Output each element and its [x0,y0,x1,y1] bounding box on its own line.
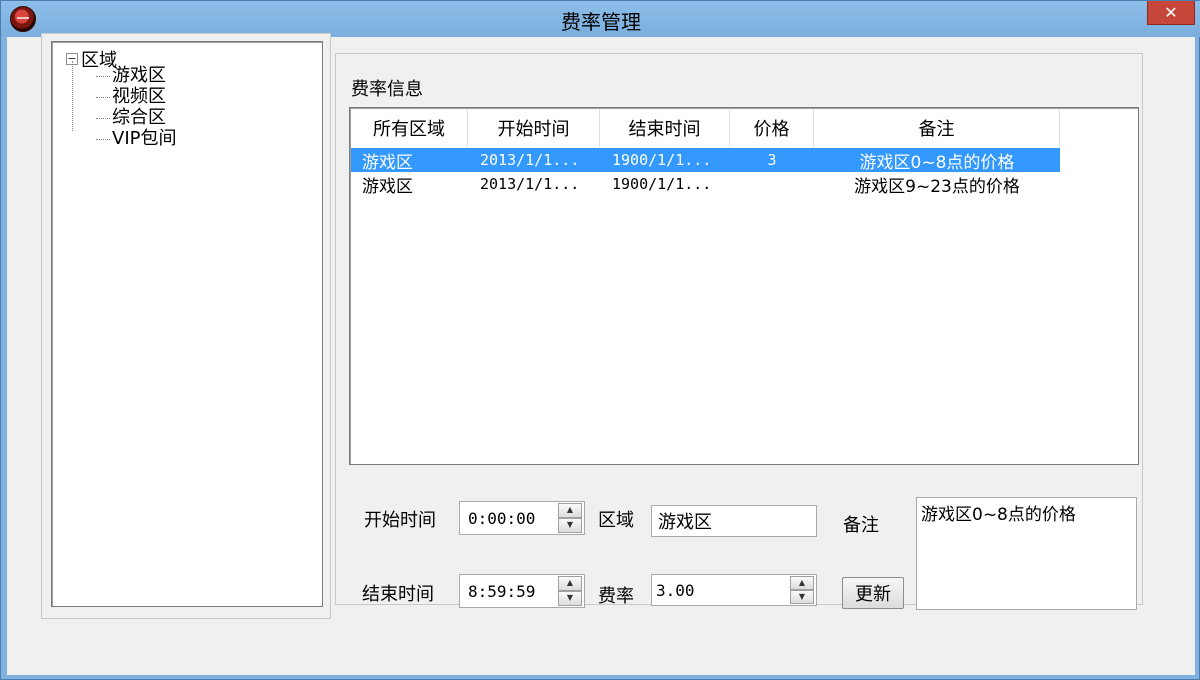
cell-price: 3 [767,151,777,169]
tree-item-label: 综合区 [112,107,166,128]
end-time-value[interactable]: 8:59:59 [460,582,558,601]
cell-end: 1900/1/1... [612,151,712,169]
column-header-end[interactable]: 结束时间 [600,109,730,147]
table-row[interactable]: 游戏区 2013/1/1... 1900/1/1... 3 游戏区0~8点的价格 [351,148,1060,173]
tree-branch-line [96,97,110,98]
end-time-label: 结束时间 [362,584,434,605]
rate-list[interactable]: 所有区域 开始时间 结束时间 价格 备注 游戏区 2013/1/1... 190… [349,107,1139,465]
tree-item-vip[interactable]: VIP包间 [96,128,177,149]
cell-end: 1900/1/1... [612,175,712,193]
column-header-area[interactable]: 所有区域 [351,109,468,147]
window-title: 费率管理 [561,10,641,34]
column-header-start[interactable]: 开始时间 [468,109,600,147]
list-header: 所有区域 开始时间 结束时间 价格 备注 [351,109,1060,147]
note-label: 备注 [843,515,879,536]
tree-branch-line [96,76,110,77]
start-time-spinner[interactable]: 0:00:00 ▲ ▼ [459,501,585,535]
end-time-spinner[interactable]: 8:59:59 ▲ ▼ [459,574,585,608]
table-row[interactable]: 游戏区 2013/1/1... 1900/1/1... 游戏区9~23点的价格 [351,172,1060,197]
spin-up-icon[interactable]: ▲ [558,503,582,518]
cell-note: 游戏区9~23点的价格 [854,176,1020,197]
note-textarea[interactable]: 游戏区0~8点的价格 [916,497,1137,610]
cell-note: 游戏区0~8点的价格 [859,152,1015,173]
close-button[interactable]: ✕ [1147,1,1195,25]
area-label: 区域 [598,510,634,531]
tree-item-video[interactable]: 视频区 [96,86,166,107]
tree-connector [72,61,73,131]
start-time-value[interactable]: 0:00:00 [460,509,558,528]
spin-up-icon[interactable]: ▲ [558,576,582,591]
column-header-note[interactable]: 备注 [814,109,1060,147]
rate-info-label: 费率信息 [347,75,427,101]
cell-start: 2013/1/1... [480,175,580,193]
rate-spin-buttons: ▲ ▼ [790,576,814,604]
tree-branch-line [96,118,110,119]
cell-start: 2013/1/1... [480,151,580,169]
tree-item-label: 视频区 [112,86,166,107]
cell-area: 游戏区 [362,176,413,197]
main-window: 费率管理 ✕ − 区域 游戏区 视频区 综合区 VIP包间 费率信息 所有区域 … [0,0,1200,680]
rate-value[interactable]: 3.00 [652,581,790,600]
spin-down-icon[interactable]: ▼ [790,590,814,604]
spin-up-icon[interactable]: ▲ [790,576,814,590]
title-bar[interactable]: 费率管理 ✕ [1,1,1200,37]
start-time-spin-buttons: ▲ ▼ [558,503,582,533]
tree-branch-line [96,139,110,140]
tree-item-label: VIP包间 [112,128,177,149]
start-time-label: 开始时间 [364,510,436,531]
area-tree[interactable]: − 区域 游戏区 视频区 综合区 VIP包间 [51,41,323,607]
column-header-price[interactable]: 价格 [730,109,814,147]
rate-label: 费率 [598,586,634,607]
tree-root[interactable]: − 区域 [66,46,117,72]
spin-down-icon[interactable]: ▼ [558,591,582,606]
spin-down-icon[interactable]: ▼ [558,518,582,533]
cell-area: 游戏区 [362,152,413,173]
tree-item-label: 游戏区 [112,65,166,86]
tree-item-game[interactable]: 游戏区 [96,65,166,86]
area-field[interactable]: 游戏区 [651,505,817,537]
rate-spinner[interactable]: 3.00 ▲ ▼ [651,574,817,606]
end-time-spin-buttons: ▲ ▼ [558,576,582,606]
tree-item-general[interactable]: 综合区 [96,107,166,128]
update-button[interactable]: 更新 [842,577,904,609]
